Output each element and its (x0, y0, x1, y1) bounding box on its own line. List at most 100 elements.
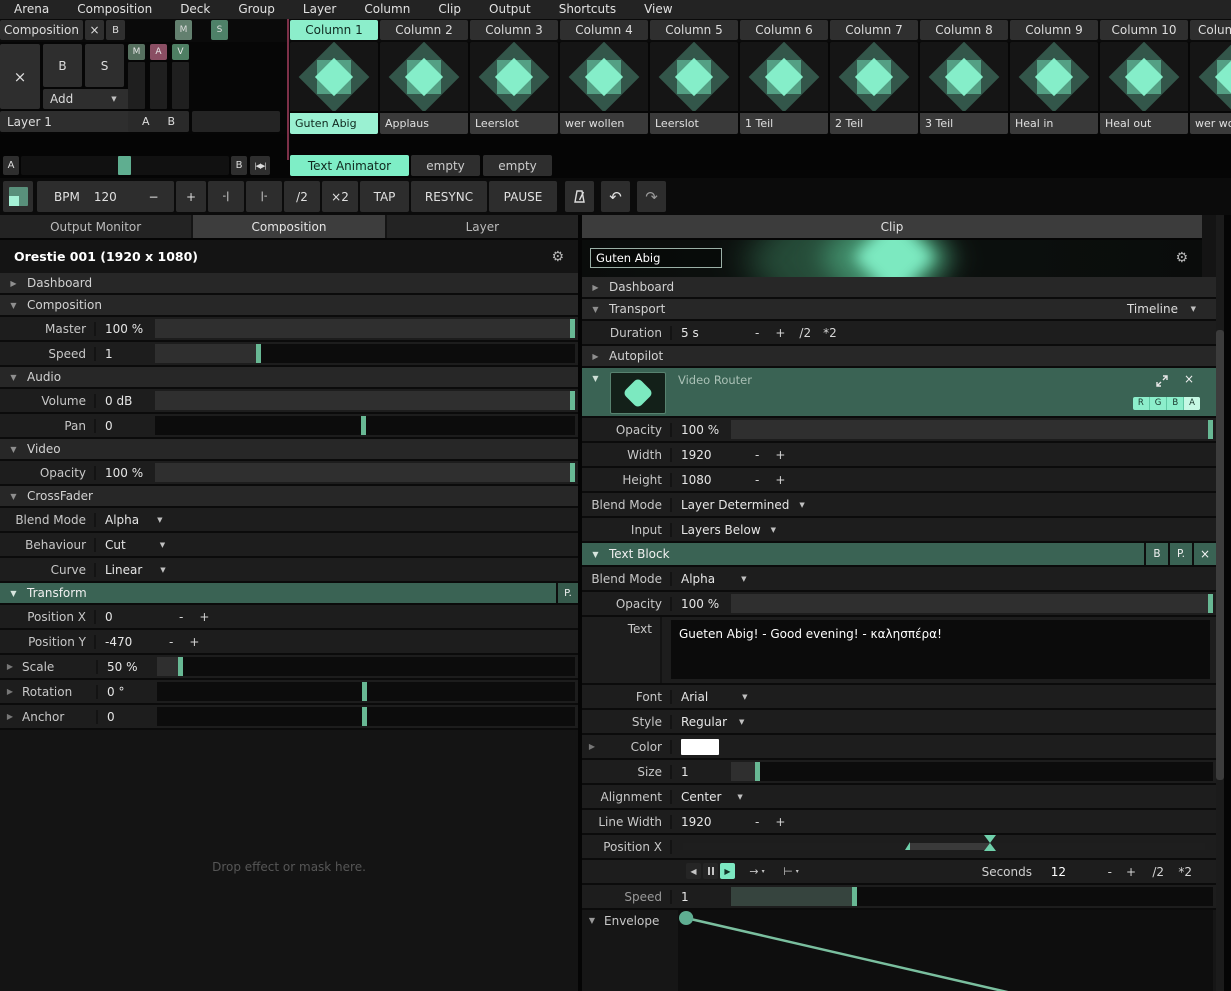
chevron-down-icon[interactable]: ▼ (582, 910, 602, 925)
increment-button[interactable]: + (775, 815, 785, 829)
clip-applaus[interactable]: Applaus (380, 42, 468, 134)
layer-ab-strip[interactable]: A B (128, 111, 189, 132)
slider-handle[interactable] (755, 762, 760, 781)
channel-b[interactable]: B (1167, 397, 1184, 410)
scrollbar-thumb[interactable] (1216, 330, 1224, 780)
menu-clip[interactable]: Clip (424, 0, 475, 19)
color-swatch[interactable] (681, 739, 719, 755)
slider-handle[interactable] (1208, 420, 1213, 439)
clip-1-teil[interactable]: 1 Teil (740, 42, 828, 134)
deck-tab-empty-2[interactable]: empty (483, 155, 552, 176)
section-video[interactable]: ▼ Video (0, 439, 578, 461)
clip-label[interactable]: wer wollen (1190, 113, 1231, 134)
menu-column[interactable]: Column (350, 0, 424, 19)
layer-close-button[interactable]: × (0, 44, 40, 109)
position-y-value[interactable]: -470 (96, 635, 155, 649)
section-composition[interactable]: ▼ Composition (0, 295, 578, 317)
rgba-channel-buttons[interactable]: R G B A (1133, 397, 1200, 410)
increment-button[interactable]: + (775, 326, 785, 340)
menu-layer[interactable]: Layer (289, 0, 350, 19)
clip-thumbnail[interactable] (1100, 42, 1188, 111)
layer-a-button[interactable]: A (150, 44, 167, 60)
vr-width-value[interactable]: 1920 (672, 448, 731, 462)
bpm-increase-button[interactable]: + (176, 181, 206, 212)
composition-mute-button[interactable]: M (175, 20, 192, 40)
double-button[interactable]: *2 (823, 326, 837, 340)
clip-label[interactable]: Applaus (380, 113, 468, 134)
transform-params-button[interactable]: P. (556, 583, 578, 603)
slider-handle[interactable] (361, 416, 366, 435)
clip-label[interactable]: 3 Teil (920, 113, 1008, 134)
crossfader-handle[interactable] (118, 156, 131, 175)
menu-output[interactable]: Output (475, 0, 545, 19)
clip-heal-in[interactable]: Heal in (1010, 42, 1098, 134)
vr-height-value[interactable]: 1080 (672, 473, 731, 487)
volume-slider[interactable] (155, 389, 575, 412)
clip-thumbnail[interactable] (380, 42, 468, 111)
clip-thumbnail[interactable] (560, 42, 648, 111)
layer-m-fader[interactable] (128, 62, 145, 109)
slider-handle[interactable] (362, 707, 367, 726)
tab-composition[interactable]: Composition (193, 215, 384, 238)
vr-opacity-slider[interactable] (731, 418, 1213, 441)
layer-a-fader[interactable] (150, 62, 167, 109)
layer-add-dropdown[interactable]: Add ▼ (43, 89, 131, 109)
layer-m-button[interactable]: M (128, 44, 145, 60)
channel-g[interactable]: G (1150, 397, 1168, 410)
clip-wer-wollen-2[interactable]: wer wollen (1190, 42, 1231, 134)
layer-name[interactable]: Layer 1 (0, 111, 133, 132)
bpm-double-button[interactable]: ×2 (322, 181, 358, 212)
bpm-display[interactable]: BPM 120 (37, 181, 148, 212)
slider-handle[interactable] (570, 391, 575, 410)
range-end-marker[interactable] (984, 843, 996, 851)
speed-slider[interactable] (155, 342, 575, 365)
master-slider[interactable] (155, 317, 575, 340)
section-audio[interactable]: ▼ Audio (0, 367, 578, 389)
menu-view[interactable]: View (630, 0, 686, 19)
metronome-button[interactable] (565, 181, 594, 212)
decrement-button[interactable]: - (179, 610, 183, 624)
increment-button[interactable]: + (775, 448, 785, 462)
deck-tab-text-animator[interactable]: Text Animator (290, 155, 409, 176)
composition-preview-icon[interactable] (3, 181, 33, 212)
increment-button[interactable]: + (775, 473, 785, 487)
slider-handle[interactable] (362, 682, 367, 701)
tap-button[interactable]: TAP (360, 181, 409, 212)
bpm-decrease-button[interactable]: − (133, 181, 174, 212)
vr-input-dropdown[interactable]: Layers Below (672, 523, 761, 537)
clip-thumbnail[interactable] (650, 42, 738, 111)
menu-group[interactable]: Group (224, 0, 289, 19)
column-header-5[interactable]: Column 5 (650, 20, 738, 40)
clip-label[interactable]: Leerslot (470, 113, 558, 134)
gear-icon[interactable]: ⚙ (551, 249, 564, 265)
decrement-button[interactable]: - (755, 448, 759, 462)
clip-label[interactable]: wer wollen (560, 113, 648, 134)
clip-label[interactable]: Heal out (1100, 113, 1188, 134)
tb-alignment-dropdown[interactable]: Center (672, 790, 721, 804)
anchor-slider[interactable] (157, 705, 575, 728)
crossfader-b-button[interactable]: B (231, 156, 247, 175)
decrement-button[interactable]: - (755, 815, 759, 829)
section-crossfader[interactable]: ▼ CrossFader (0, 486, 578, 508)
clip-name-input[interactable] (590, 248, 722, 268)
section-dashboard[interactable]: ▶ Dashboard (582, 277, 1216, 299)
half-button[interactable]: /2 (1152, 865, 1164, 879)
curve-dropdown[interactable]: Linear (96, 563, 142, 577)
chevron-right-icon[interactable]: ▶ (0, 712, 20, 721)
pause-button[interactable] (703, 863, 718, 879)
increment-button[interactable]: + (199, 610, 209, 624)
opacity-slider[interactable] (155, 461, 575, 484)
increment-button[interactable]: + (189, 635, 199, 649)
duration-value[interactable]: 5 s (672, 326, 731, 340)
pause-bpm-button[interactable]: PAUSE (489, 181, 557, 212)
slider-handle[interactable] (570, 463, 575, 482)
clip-thumbnail[interactable] (1190, 42, 1231, 111)
slider-handle[interactable] (1208, 594, 1213, 613)
column-header-7[interactable]: Column 7 (830, 20, 918, 40)
beat-nudge-forward-button[interactable]: |- (246, 181, 282, 212)
increment-button[interactable]: + (1126, 865, 1136, 879)
decrement-button[interactable]: - (1108, 865, 1112, 879)
chevron-right-icon[interactable]: ▶ (582, 742, 602, 751)
range-start-marker[interactable] (905, 842, 910, 850)
clip-3-teil[interactable]: 3 Teil (920, 42, 1008, 134)
